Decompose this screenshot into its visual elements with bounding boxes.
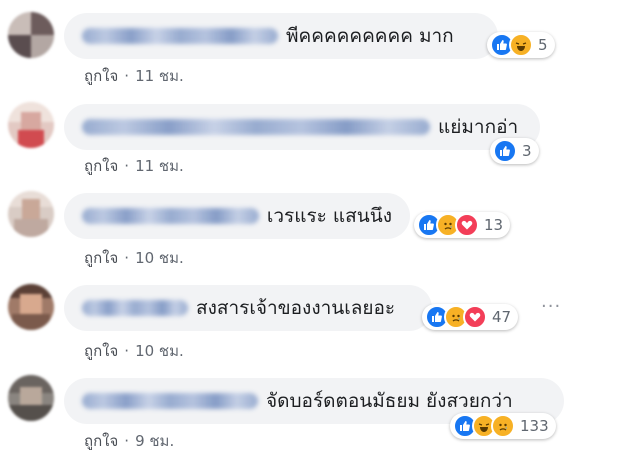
reaction-count: 133 (520, 417, 549, 435)
timestamp[interactable]: 11 ชม. (135, 157, 184, 175)
comment-bubble[interactable]: แย่มากอ่า (64, 104, 540, 150)
love-icon (455, 213, 479, 237)
like-link[interactable]: ถูกใจ (84, 67, 118, 85)
comment-text: พีคคคคคคคคค มาก (286, 25, 454, 47)
reaction-count: 5 (538, 36, 548, 54)
timestamp[interactable]: 10 ชม. (135, 249, 184, 267)
reaction-count: 47 (492, 308, 512, 326)
comment-text: เวรแระ แสนนึง (266, 205, 392, 227)
comment-item: สงสารเจ้าของงานเลยอะ 47 ··· ถูกใจ · 10 ชม. (0, 272, 623, 364)
comment-meta: ถูกใจ · 10 ชม. (84, 339, 184, 363)
avatar[interactable] (8, 284, 54, 330)
avatar[interactable] (8, 12, 54, 58)
reaction-summary[interactable]: 47 (422, 304, 519, 330)
commenter-name[interactable] (82, 300, 188, 316)
timestamp[interactable]: 11 ชม. (135, 67, 184, 85)
commenter-name[interactable] (82, 119, 430, 135)
comment-bubble[interactable]: สงสารเจ้าของงานเลยอะ (64, 285, 432, 331)
separator: · (124, 157, 130, 175)
comment-item: พีคคคคคคคคค มาก 5 ถูกใจ · 11 ชม. (0, 0, 623, 92)
like-link[interactable]: ถูกใจ (84, 157, 118, 175)
like-link[interactable]: ถูกใจ (84, 249, 118, 267)
comment-meta: ถูกใจ · 11 ชม. (84, 64, 184, 88)
reaction-summary[interactable]: 5 (487, 32, 555, 58)
reaction-count: 3 (522, 142, 532, 160)
separator: · (124, 249, 130, 267)
comment-meta: ถูกใจ · 10 ชม. (84, 246, 184, 270)
like-icon (493, 139, 517, 163)
comment-bubble[interactable]: เวรแระ แสนนึง (64, 193, 410, 239)
separator: · (124, 67, 130, 85)
comment-meta: ถูกใจ · 9 ชม. (84, 429, 174, 453)
avatar[interactable] (8, 102, 54, 148)
commenter-name[interactable] (82, 208, 259, 224)
sad-icon (491, 414, 515, 438)
comment-item: จัดบอร์ดตอนมัธยม ยังสวยกว่า 133 ถูกใจ · 9 … (0, 365, 623, 457)
comment-bubble[interactable]: พีคคคคคคคคค มาก (64, 13, 498, 59)
comment-item: แย่มากอ่า 3 ถูกใจ · 11 ชม. (0, 90, 623, 182)
more-options-button[interactable]: ··· (541, 296, 561, 317)
reaction-count: 13 (484, 216, 504, 234)
reaction-summary[interactable]: 133 (450, 413, 556, 439)
reaction-summary[interactable]: 3 (490, 138, 539, 164)
commenter-name[interactable] (82, 393, 258, 409)
haha-icon (509, 33, 533, 57)
separator: · (124, 432, 130, 450)
comment-text: จัดบอร์ดตอนมัธยม ยังสวยกว่า (266, 390, 513, 412)
like-link[interactable]: ถูกใจ (84, 342, 118, 360)
comment-text: สงสารเจ้าของงานเลยอะ (196, 297, 396, 319)
timestamp[interactable]: 9 ชม. (135, 432, 174, 450)
timestamp[interactable]: 10 ชม. (135, 342, 184, 360)
love-icon (463, 305, 487, 329)
commenter-name[interactable] (82, 28, 278, 44)
avatar[interactable] (8, 191, 54, 237)
comment-item: เวรแระ แสนนึง 13 ถูกใจ · 10 ชม. (0, 181, 623, 273)
avatar[interactable] (8, 375, 54, 421)
comment-meta: ถูกใจ · 11 ชม. (84, 154, 184, 178)
like-link[interactable]: ถูกใจ (84, 432, 118, 450)
separator: · (124, 342, 130, 360)
reaction-summary[interactable]: 13 (414, 212, 511, 238)
